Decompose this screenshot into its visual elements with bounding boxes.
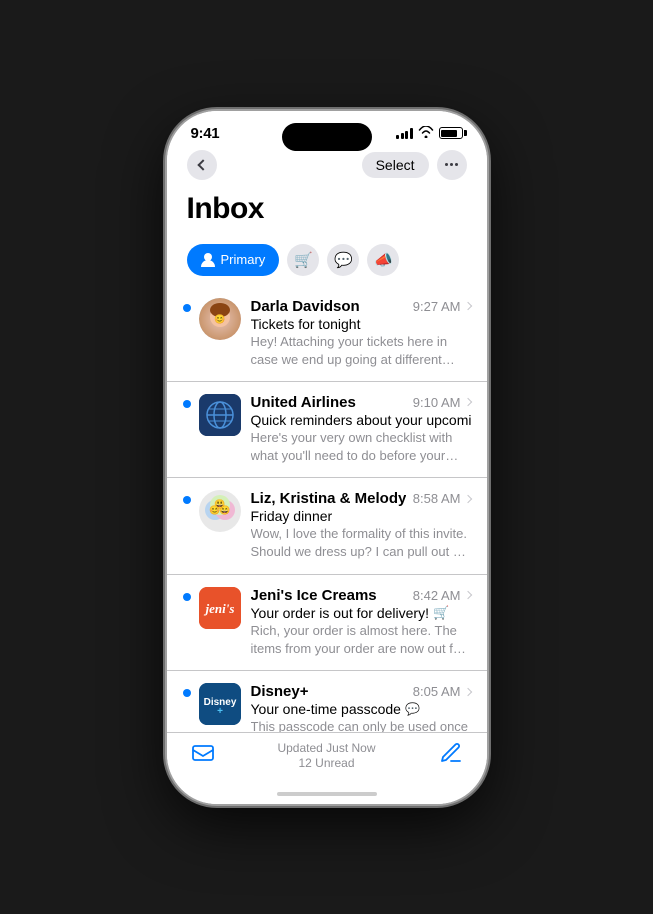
signal-icon	[396, 128, 413, 139]
status-bar: 9:41	[167, 111, 487, 146]
wifi-icon	[418, 126, 434, 141]
mail-item-4[interactable]: Disney + Disney+ 8:05 AM Your one-time p…	[167, 671, 487, 732]
mail-header-row-4: Disney+ 8:05 AM	[251, 683, 471, 700]
svg-text:+: +	[217, 706, 223, 717]
shopping-badge-3: 🛒	[433, 605, 449, 621]
avatar-2: 😊 😄 😃	[199, 490, 241, 532]
inbox-header: Inbox	[167, 188, 487, 236]
home-indicator	[167, 784, 487, 804]
sender-name-4: Disney+	[251, 683, 309, 700]
mail-time-row-1: 9:10 AM	[413, 395, 471, 410]
bottom-bar-center: Updated Just Now 12 Unread	[277, 741, 375, 770]
back-chevron-icon	[197, 159, 208, 170]
mail-subject-3: Your order is out for delivery! 🛒	[251, 605, 471, 621]
tab-promotions[interactable]: 📣	[367, 244, 399, 276]
back-button[interactable]	[187, 150, 217, 180]
sender-name-1: United Airlines	[251, 394, 356, 411]
mail-time-row-0: 9:27 AM	[413, 299, 471, 314]
svg-text:😃: 😃	[214, 499, 225, 509]
mail-item-2[interactable]: 😊 😄 😃 Liz, Kristina & Melody 8:58 AM	[167, 478, 487, 574]
avatar-4: Disney +	[199, 683, 241, 725]
mail-time-1: 9:10 AM	[413, 395, 461, 410]
tab-shopping[interactable]: 🛒	[287, 244, 319, 276]
updated-label: Updated Just Now	[277, 741, 375, 755]
dynamic-island	[282, 123, 372, 151]
more-button[interactable]	[437, 150, 467, 180]
mail-time-row-3: 8:42 AM	[413, 588, 471, 603]
home-bar	[277, 792, 377, 796]
promotions-icon: 📣	[374, 251, 393, 269]
mail-header-row-0: Darla Davidson 9:27 AM	[251, 298, 471, 315]
chevron-right-0	[463, 302, 471, 310]
mail-header-row-3: Jeni's Ice Creams 8:42 AM	[251, 587, 471, 604]
battery-icon	[439, 127, 463, 139]
tab-messages[interactable]: 💬	[327, 244, 359, 276]
unread-dot-4	[183, 689, 191, 697]
mail-time-0: 9:27 AM	[413, 299, 461, 314]
mail-subject-2: Friday dinner	[251, 508, 471, 524]
mail-preview-2: Wow, I love the formality of this invite…	[251, 525, 471, 561]
avatar-0: 😊	[199, 298, 241, 340]
mail-item-1[interactable]: United Airlines 9:10 AM Quick reminders …	[167, 382, 487, 478]
mail-content-1: United Airlines 9:10 AM Quick reminders …	[251, 394, 471, 465]
mail-preview-4: This passcode can only be used once and …	[251, 718, 471, 732]
mail-time-3: 8:42 AM	[413, 588, 461, 603]
unread-count: 12 Unread	[298, 756, 354, 770]
svg-text:jeni's: jeni's	[203, 601, 234, 616]
avatar-3: jeni's	[199, 587, 241, 629]
select-button[interactable]: Select	[362, 152, 429, 178]
status-icons	[396, 126, 463, 141]
mail-header-row-2: Liz, Kristina & Melody 8:58 AM	[251, 490, 471, 507]
chevron-right-3	[463, 591, 471, 599]
unread-dot-2	[183, 496, 191, 504]
mail-content-2: Liz, Kristina & Melody 8:58 AM Friday di…	[251, 490, 471, 561]
mail-preview-1: Here's your very own checklist with what…	[251, 429, 471, 465]
mail-list: 😊 Darla Davidson 9:27 AM Tickets for ton…	[167, 286, 487, 732]
mail-subject-4: Your one-time passcode 💬	[251, 701, 471, 717]
mail-time-row-2: 8:58 AM	[413, 491, 471, 506]
category-tabs: Primary 🛒 💬 📣	[167, 236, 487, 286]
unread-dot-3	[183, 593, 191, 601]
compose-button[interactable]	[439, 741, 463, 770]
status-time: 9:41	[191, 125, 220, 142]
unread-dot-1	[183, 400, 191, 408]
mail-item-0[interactable]: 😊 Darla Davidson 9:27 AM Tickets for ton…	[167, 286, 487, 382]
unread-dot-0	[183, 304, 191, 312]
nav-bar: Select	[167, 146, 487, 188]
message-badge-4: 💬	[405, 702, 420, 716]
mail-subject-0: Tickets for tonight	[251, 316, 471, 332]
person-icon	[201, 253, 215, 267]
mailbox-button[interactable]	[191, 741, 215, 770]
mail-subject-1: Quick reminders about your upcoming... 🛒	[251, 412, 471, 428]
sender-name-2: Liz, Kristina & Melody	[251, 490, 407, 507]
chevron-right-2	[463, 495, 471, 503]
mail-content-4: Disney+ 8:05 AM Your one-time passcode 💬…	[251, 683, 471, 732]
chevron-right-4	[463, 687, 471, 695]
mail-content-3: Jeni's Ice Creams 8:42 AM Your order is …	[251, 587, 471, 658]
mail-time-4: 8:05 AM	[413, 684, 461, 699]
shopping-icon: 🛒	[294, 251, 313, 269]
messages-icon: 💬	[334, 251, 353, 269]
tab-primary-label: Primary	[221, 252, 266, 267]
sender-name-3: Jeni's Ice Creams	[251, 587, 377, 604]
mail-time-2: 8:58 AM	[413, 491, 461, 506]
mail-preview-0: Hey! Attaching your tickets here in case…	[251, 333, 471, 369]
inbox-title: Inbox	[187, 192, 467, 226]
tab-primary[interactable]: Primary	[187, 244, 280, 276]
mail-header-row-1: United Airlines 9:10 AM	[251, 394, 471, 411]
screen: 9:41	[167, 111, 487, 804]
more-dots-icon	[445, 163, 458, 166]
avatar-1	[199, 394, 241, 436]
mail-item-3[interactable]: jeni's Jeni's Ice Creams 8:42 AM Your or…	[167, 575, 487, 671]
mail-content-0: Darla Davidson 9:27 AM Tickets for tonig…	[251, 298, 471, 369]
phone-shell: 9:41	[167, 111, 487, 804]
mail-time-row-4: 8:05 AM	[413, 684, 471, 699]
mail-preview-3: Rich, your order is almost here. The ite…	[251, 622, 471, 658]
nav-actions: Select	[362, 150, 467, 180]
sender-name-0: Darla Davidson	[251, 298, 360, 315]
svg-text:😊: 😊	[214, 314, 225, 324]
bottom-bar: Updated Just Now 12 Unread	[167, 732, 487, 784]
chevron-right-1	[463, 398, 471, 406]
